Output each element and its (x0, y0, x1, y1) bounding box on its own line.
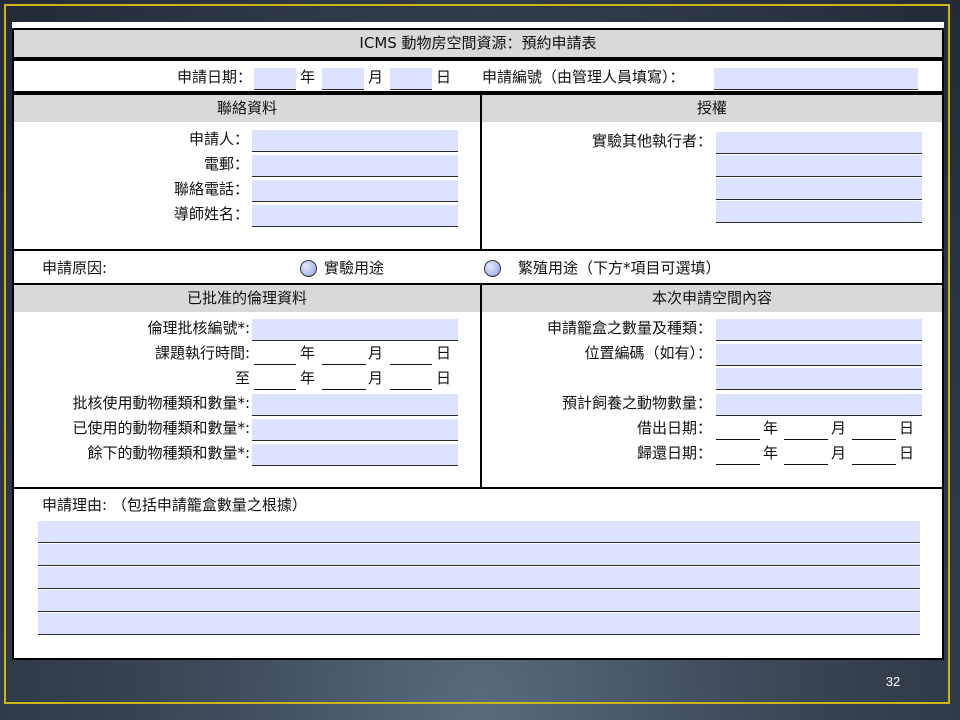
ethics-approval-field[interactable] (252, 319, 458, 341)
animal-count-label: 預計飼養之動物數量： (561, 394, 712, 412)
other-executor-field-3[interactable] (716, 178, 922, 200)
borrow-month-unit: 月 (831, 419, 847, 437)
period-start-year[interactable] (254, 344, 296, 365)
day-label: 日 (436, 68, 452, 86)
space-section: 本次申請空間內容 申請籠盒之數量及種類： 位置編碼（如有）： 預計飼養之動物數量… (480, 283, 944, 489)
other-executor-field-4[interactable] (716, 201, 922, 223)
period-start-day[interactable] (390, 344, 432, 365)
application-number-label: 申請編號（由管理人員填寫）： (482, 68, 685, 86)
application-number-field[interactable] (714, 68, 918, 90)
approved-animals-label: 批核使用動物種類和數量*: (72, 394, 250, 412)
page-number: 32 (885, 674, 901, 689)
email-label: 電郵： (203, 155, 249, 173)
return-day[interactable] (852, 444, 896, 465)
return-month[interactable] (784, 444, 828, 465)
period-end-month[interactable] (322, 369, 366, 390)
borrow-day-unit: 日 (899, 419, 915, 437)
justification-label: 申請理由: （包括申請籠盒數量之根據） (42, 496, 307, 514)
period-to-label: 至 (234, 369, 250, 387)
justification-line-1[interactable] (38, 521, 920, 543)
application-year-field[interactable] (254, 68, 296, 90)
experiment-radio[interactable] (300, 260, 317, 277)
experiment-option-label: 實驗用途 (324, 259, 385, 277)
justification-line-3[interactable] (38, 567, 920, 589)
date-row: 申請日期： 年 月 日 申請編號（由管理人員填寫）： (12, 59, 944, 93)
used-animals-label: 已使用的動物種類和數量*: (72, 419, 250, 437)
ethics-header: 已批准的倫理資料 (14, 285, 480, 312)
location-code-field-1[interactable] (716, 344, 922, 366)
borrow-day[interactable] (852, 419, 896, 440)
contact-section: 聯絡資料 申請人： 電郵： 聯絡電話： 導師姓名： (12, 93, 482, 251)
period-end-day[interactable] (390, 369, 432, 390)
project-period-label: 課題執行時間: (154, 344, 250, 362)
application-date-label: 申請日期： (176, 68, 252, 86)
justification-line-2[interactable] (38, 544, 920, 566)
form-title-text: ICMS 動物房空間資源：預約申請表 (359, 34, 597, 52)
borrow-month[interactable] (784, 419, 828, 440)
period-end-year[interactable] (254, 369, 296, 390)
application-form: ICMS 動物房空間資源：預約申請表 申請日期： 年 月 日 申請編號（由管理人… (12, 22, 944, 660)
applicant-label: 申請人： (188, 130, 249, 148)
breeding-option-label: 繁殖用途（下方*項目可選填） (518, 259, 721, 277)
approved-animals-field[interactable] (252, 394, 458, 416)
application-day-field[interactable] (390, 68, 432, 90)
space-header: 本次申請空間內容 (482, 285, 942, 312)
authorization-header: 授權 (482, 95, 942, 122)
period-start-month[interactable] (322, 344, 366, 365)
phone-label: 聯絡電話： (173, 180, 249, 198)
cage-quantity-field[interactable] (716, 319, 922, 341)
ethics-section: 已批准的倫理資料 倫理批核編號*: 課題執行時間: 年 月 日 至 年 月 日 … (12, 283, 482, 489)
period-start-day-unit: 日 (436, 344, 452, 362)
period-end-year-unit: 年 (300, 369, 316, 387)
supervisor-label: 導師姓名： (173, 205, 249, 223)
application-month-field[interactable] (322, 68, 364, 90)
period-end-month-unit: 月 (368, 369, 384, 387)
reason-row: 申請原因: 實驗用途 繁殖用途（下方*項目可選填） (12, 249, 944, 285)
borrow-year[interactable] (716, 419, 760, 440)
return-date-label: 歸還日期： (636, 444, 712, 462)
location-code-label: 位置編碼（如有）： (584, 344, 712, 362)
authorization-section: 授權 實驗其他執行者： (480, 93, 944, 251)
remaining-animals-label: 餘下的動物種類和數量*: (87, 444, 250, 462)
animal-count-field[interactable] (716, 394, 922, 416)
borrow-year-unit: 年 (763, 419, 779, 437)
return-year[interactable] (716, 444, 760, 465)
return-year-unit: 年 (763, 444, 779, 462)
applicant-field[interactable] (252, 130, 458, 152)
return-day-unit: 日 (899, 444, 915, 462)
other-executor-field-2[interactable] (716, 155, 922, 177)
phone-field[interactable] (252, 180, 458, 202)
location-code-field-2[interactable] (716, 368, 922, 390)
supervisor-field[interactable] (252, 205, 458, 227)
used-animals-field[interactable] (252, 419, 458, 441)
justification-section: 申請理由: （包括申請籠盒數量之根據） (12, 487, 944, 660)
return-month-unit: 月 (831, 444, 847, 462)
month-label: 月 (368, 68, 384, 86)
contact-header: 聯絡資料 (14, 95, 480, 122)
form-title: ICMS 動物房空間資源：預約申請表 (12, 28, 944, 59)
ethics-approval-label: 倫理批核編號*: (147, 319, 250, 337)
period-start-year-unit: 年 (300, 344, 316, 362)
borrow-date-label: 借出日期： (636, 419, 712, 437)
email-field[interactable] (252, 155, 458, 177)
year-label: 年 (300, 68, 316, 86)
period-start-month-unit: 月 (368, 344, 384, 362)
breeding-radio[interactable] (484, 260, 501, 277)
other-executor-field-1[interactable] (716, 132, 922, 154)
remaining-animals-field[interactable] (252, 444, 458, 466)
period-end-day-unit: 日 (436, 369, 452, 387)
justification-line-4[interactable] (38, 590, 920, 612)
reason-label: 申請原因: (42, 259, 108, 277)
other-executors-label: 實驗其他執行者： (591, 132, 712, 150)
justification-line-5[interactable] (38, 613, 920, 635)
cage-quantity-label: 申請籠盒之數量及種類： (546, 319, 712, 337)
